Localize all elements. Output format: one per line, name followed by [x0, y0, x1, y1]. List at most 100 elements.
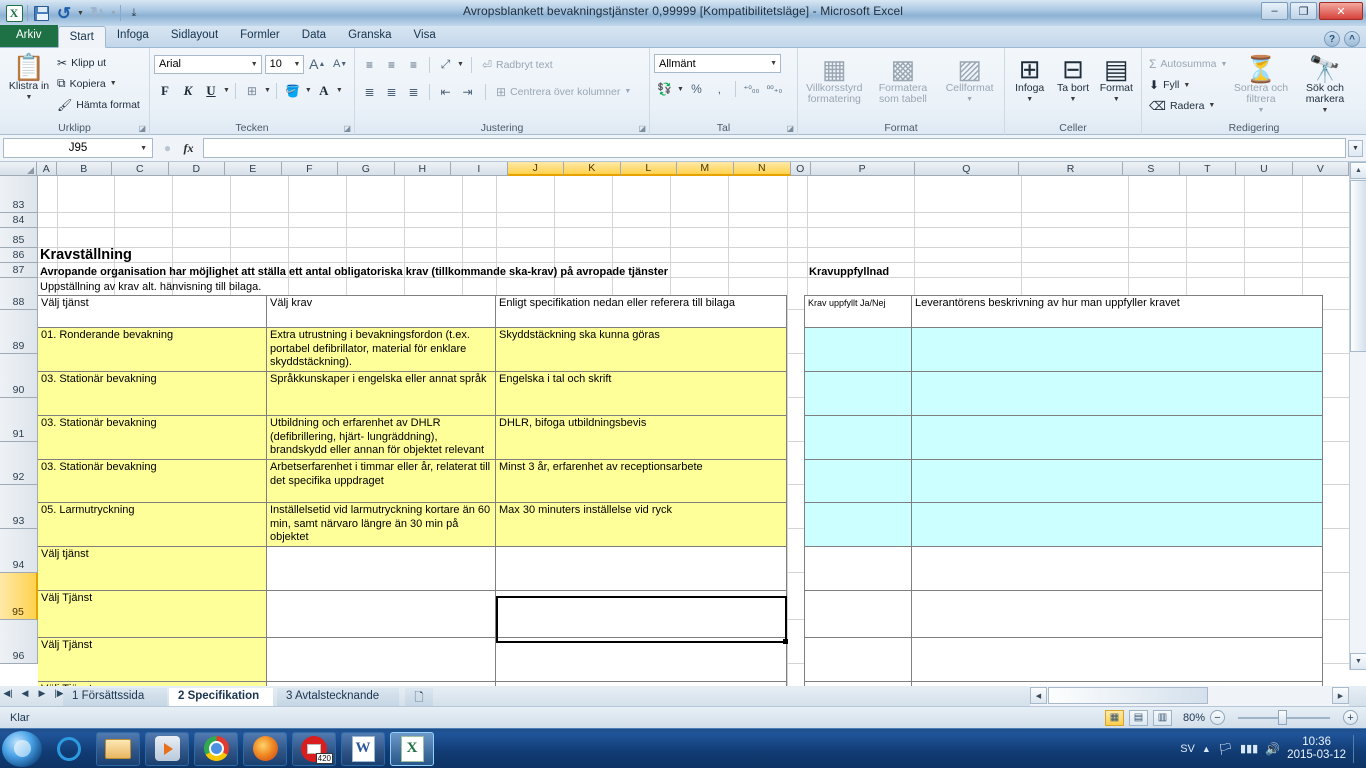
table-row-cell-fulfilled[interactable]: [804, 371, 912, 416]
table-row-cell-description[interactable]: [911, 590, 1323, 638]
fill-color-dropdown-icon[interactable]: ▼: [305, 87, 312, 94]
table-row-cell-description[interactable]: [911, 371, 1323, 416]
row-header-87[interactable]: 87: [0, 263, 38, 278]
language-indicator[interactable]: SV: [1180, 743, 1195, 755]
col-header-D[interactable]: D: [168, 162, 226, 176]
table-row-cell-specification[interactable]: Max 30 minuters inställelse vid ryck: [495, 502, 787, 547]
tab-granska[interactable]: Granska: [337, 25, 402, 47]
firefox-icon[interactable]: [243, 731, 287, 766]
cell-styles-dropdown-icon[interactable]: ▼: [966, 94, 973, 105]
table-row-cell-description[interactable]: [911, 415, 1323, 460]
row-header-91[interactable]: 91: [0, 398, 38, 442]
paste-dropdown-icon[interactable]: ▼: [26, 92, 33, 103]
fill-dropdown-icon[interactable]: ▼: [1183, 82, 1190, 89]
paste-button[interactable]: 📋 Klistra in ▼: [4, 50, 54, 116]
select-all-corner[interactable]: [0, 162, 38, 176]
number-dialog-launcher-icon[interactable]: ◪: [786, 124, 794, 133]
tab-start[interactable]: Start: [57, 26, 106, 48]
wrap-text-button[interactable]: ⏎ Radbryt text: [479, 54, 556, 75]
sheet-tab-forsattssida[interactable]: 1 Försättssida: [63, 688, 167, 706]
fill-color-icon[interactable]: 🪣: [282, 80, 304, 101]
font-dialog-launcher-icon[interactable]: ◪: [343, 124, 351, 133]
copy-dropdown-icon[interactable]: ▼: [110, 80, 117, 87]
excel-icon[interactable]: X: [390, 731, 434, 766]
zoom-slider-handle[interactable]: [1278, 709, 1287, 725]
format-painter-button[interactable]: 🖌 Hämta format: [54, 94, 143, 115]
start-button[interactable]: [2, 730, 42, 767]
table-row-cell-specification[interactable]: DHLR, bifoga utbildningsbevis: [495, 415, 787, 460]
vertical-scroll-thumb[interactable]: [1350, 180, 1366, 352]
tab-visa[interactable]: Visa: [403, 25, 447, 47]
decrease-decimal-icon[interactable]: ⁰⁰₊₀: [764, 79, 785, 99]
col-header-Q[interactable]: Q: [914, 162, 1019, 176]
table-row-cell-requirement[interactable]: [266, 637, 496, 682]
table-row-cell-service[interactable]: 03. Stationär bevakning: [38, 415, 267, 460]
close-button[interactable]: ✕: [1319, 2, 1363, 20]
save-icon[interactable]: [31, 3, 51, 23]
format-cells-button[interactable]: ▤ Format ▼: [1096, 52, 1137, 116]
table-row-cell-fulfilled[interactable]: [804, 637, 912, 682]
col-header-C[interactable]: C: [112, 162, 169, 176]
zoom-level[interactable]: 80%: [1177, 712, 1205, 724]
cell-area[interactable]: Kravställning Avropande organisation har…: [38, 176, 1349, 686]
table-row-cell-fulfilled[interactable]: [804, 459, 912, 503]
undo-dropdown-icon[interactable]: ▼: [77, 10, 84, 17]
volume-icon[interactable]: 🔊: [1265, 742, 1280, 756]
tab-arkiv[interactable]: Arkiv: [0, 25, 58, 47]
table-row-cell-description[interactable]: [911, 327, 1323, 372]
currency-icon[interactable]: 💱: [654, 79, 675, 99]
table-row-cell-service[interactable]: 03. Stationär bevakning: [38, 459, 267, 503]
network-icon[interactable]: ▮▮▮: [1240, 742, 1258, 755]
merge-dropdown-icon[interactable]: ▼: [624, 88, 631, 95]
col-header-S[interactable]: S: [1123, 162, 1180, 176]
grow-font-icon[interactable]: A ▲: [307, 54, 327, 74]
alignment-dialog-launcher-icon[interactable]: ◪: [638, 124, 646, 133]
row-header-93[interactable]: 93: [0, 485, 38, 529]
file-explorer-icon[interactable]: [96, 731, 140, 766]
header-cell-fulfilled[interactable]: Krav uppfyllt Ja/Nej: [804, 295, 912, 328]
table-row-cell-fulfilled[interactable]: [804, 590, 912, 638]
align-right-icon[interactable]: ≣: [403, 82, 424, 102]
internet-explorer-icon[interactable]: [47, 732, 91, 766]
redo-dropdown-icon[interactable]: ▼: [110, 10, 117, 17]
expand-formula-bar-icon[interactable]: ▼: [1348, 140, 1363, 157]
table-row-cell-service[interactable]: 03. Stationär bevakning: [38, 371, 267, 416]
increase-indent-icon[interactable]: ⇥: [457, 82, 478, 102]
row-header-88[interactable]: 88: [0, 278, 38, 310]
header-cell-service[interactable]: Välj tjänst: [38, 295, 267, 328]
scroll-left-icon[interactable]: ◀: [1030, 687, 1047, 704]
tab-infoga[interactable]: Infoga: [106, 25, 160, 47]
align-left-icon[interactable]: ≣: [359, 82, 380, 102]
font-color-dropdown-icon[interactable]: ▼: [336, 87, 343, 94]
delete-dropdown-icon[interactable]: ▼: [1070, 94, 1077, 105]
table-row-cell-fulfilled[interactable]: [804, 415, 912, 460]
table-row-cell-requirement[interactable]: Extra utrustning i bevakningsfordon (t.e…: [266, 327, 496, 372]
vertical-scrollbar[interactable]: ▲ ▼: [1349, 162, 1366, 670]
row-header-89[interactable]: 89: [0, 310, 38, 354]
shrink-font-icon[interactable]: A ▼: [330, 54, 350, 74]
col-header-K[interactable]: K: [564, 162, 621, 176]
row-header-95[interactable]: 95: [0, 573, 38, 620]
zoom-out-icon[interactable]: −: [1210, 710, 1225, 725]
cell-styles-button[interactable]: ▨ Cellformat ▼: [939, 52, 1000, 116]
row-header-85[interactable]: 85: [0, 228, 38, 248]
minimize-ribbon-icon[interactable]: ^: [1344, 31, 1360, 47]
table-row-cell-specification[interactable]: Minst 3 år, erfarenhet av receptionsarbe…: [495, 459, 787, 503]
scroll-right-icon[interactable]: ▶: [1332, 687, 1349, 704]
row-header-86[interactable]: 86: [0, 248, 38, 263]
conditional-formatting-button[interactable]: ▦ Villkorsstyrd formatering: [802, 52, 867, 116]
table-row-cell-description[interactable]: [911, 637, 1323, 682]
sheet-tab-avtalstecknande[interactable]: 3 Avtalstecknande: [277, 688, 399, 706]
align-bottom-icon[interactable]: ≡: [403, 55, 424, 75]
clock[interactable]: 10:36 2015-03-12: [1287, 736, 1346, 762]
col-header-F[interactable]: F: [281, 162, 339, 176]
zoom-slider[interactable]: [1230, 709, 1338, 726]
col-header-E[interactable]: E: [225, 162, 282, 176]
table-row-cell-service[interactable]: 01. Ronderande bevakning: [38, 327, 267, 372]
row-header-96[interactable]: 96: [0, 620, 38, 664]
sheet-tab-specifikation[interactable]: 2 Specifikation: [169, 688, 273, 706]
delete-cells-button[interactable]: ⊟ Ta bort ▼: [1052, 52, 1093, 116]
insert-function-icon[interactable]: fx: [178, 138, 199, 158]
table-row-cell-service[interactable]: Välj Tjänst: [38, 590, 267, 638]
restore-button[interactable]: ❐: [1290, 2, 1317, 20]
